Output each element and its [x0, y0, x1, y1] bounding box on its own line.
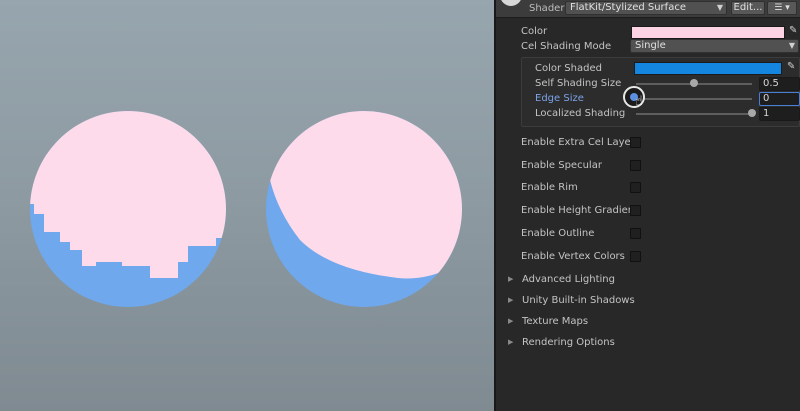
- toggle-label: Enable Specular: [521, 160, 602, 171]
- toggle-label: Enable Outline: [521, 228, 595, 239]
- foldout-label: Texture Maps: [522, 316, 589, 327]
- edge-size-slider-track[interactable]: [636, 98, 752, 100]
- cursor-pointer-icon: ☝: [635, 94, 643, 109]
- eyedropper-icon[interactable]: ✎: [789, 25, 797, 36]
- cel-mode-value: Single: [635, 40, 666, 51]
- vertex-colors-checkbox[interactable]: [630, 251, 641, 262]
- color-swatch[interactable]: [631, 26, 785, 39]
- shader-bar: Shader FlatKit/Stylized Surface ▼ Edit..…: [496, 0, 800, 18]
- foldout-label: Unity Built-in Shadows: [522, 295, 635, 306]
- triangle-right-icon: ▶: [508, 296, 514, 304]
- sphere-right: [266, 111, 462, 307]
- self-shading-label: Self Shading Size: [535, 78, 622, 89]
- triangle-right-icon: ▶: [508, 275, 514, 283]
- localized-slider-thumb[interactable]: [748, 109, 756, 117]
- shader-dropdown-value: FlatKit/Stylized Surface: [570, 2, 686, 13]
- specular-checkbox[interactable]: [630, 160, 641, 171]
- list-menu-icon[interactable]: ☰ ▾: [767, 1, 797, 15]
- edge-size-label: Edge Size: [535, 93, 584, 104]
- toggle-label: Enable Height Gradient: [521, 205, 639, 216]
- color-shaded-swatch[interactable]: [634, 62, 782, 75]
- extra-cel-checkbox[interactable]: [630, 137, 641, 148]
- toggle-label: Enable Extra Cel Layer: [521, 137, 635, 148]
- scene-viewport[interactable]: [0, 0, 494, 411]
- chevron-down-icon: ▼: [788, 41, 795, 50]
- localized-field[interactable]: 1: [759, 107, 800, 121]
- sphere-left: [30, 111, 226, 307]
- triangle-right-icon: ▶: [508, 338, 514, 346]
- foldout-advanced-lighting[interactable]: ▶ Advanced Lighting: [508, 273, 788, 287]
- foldout-label: Advanced Lighting: [522, 274, 615, 285]
- triangle-right-icon: ▶: [508, 317, 514, 325]
- shader-dropdown[interactable]: FlatKit/Stylized Surface ▼: [565, 1, 727, 15]
- outline-checkbox[interactable]: [630, 228, 641, 239]
- foldout-texture-maps[interactable]: ▶ Texture Maps: [508, 315, 788, 329]
- foldout-label: Rendering Options: [522, 337, 615, 348]
- chevron-down-icon: ▼: [716, 3, 723, 12]
- edit-shader-button[interactable]: Edit...: [731, 1, 765, 15]
- eyedropper-icon[interactable]: ✎: [787, 61, 795, 72]
- localized-shading-label: Localized Shading: [535, 108, 626, 119]
- shader-label: Shader: [529, 3, 565, 14]
- color-shaded-label: Color Shaded: [535, 63, 602, 74]
- rim-checkbox[interactable]: [630, 182, 641, 193]
- height-gradient-checkbox[interactable]: [630, 205, 641, 216]
- cel-mode-dropdown[interactable]: Single ▼: [630, 39, 799, 53]
- toggle-label: Enable Vertex Colors: [521, 251, 625, 262]
- self-shading-field[interactable]: 0.5: [759, 77, 800, 91]
- foldout-rendering-options[interactable]: ▶ Rendering Options: [508, 336, 788, 350]
- color-label: Color: [521, 26, 548, 37]
- edge-size-field[interactable]: 0: [759, 92, 800, 106]
- foldout-shadows[interactable]: ▶ Unity Built-in Shadows: [508, 294, 788, 308]
- cel-mode-label: Cel Shading Mode: [521, 41, 612, 52]
- scene-render: [30, 111, 462, 307]
- toggle-label: Enable Rim: [521, 182, 578, 193]
- localized-slider-track[interactable]: [636, 113, 752, 115]
- self-shading-slider-thumb[interactable]: [690, 79, 698, 87]
- material-preview-icon: [500, 0, 522, 6]
- material-inspector: Shader FlatKit/Stylized Surface ▼ Edit..…: [496, 0, 800, 411]
